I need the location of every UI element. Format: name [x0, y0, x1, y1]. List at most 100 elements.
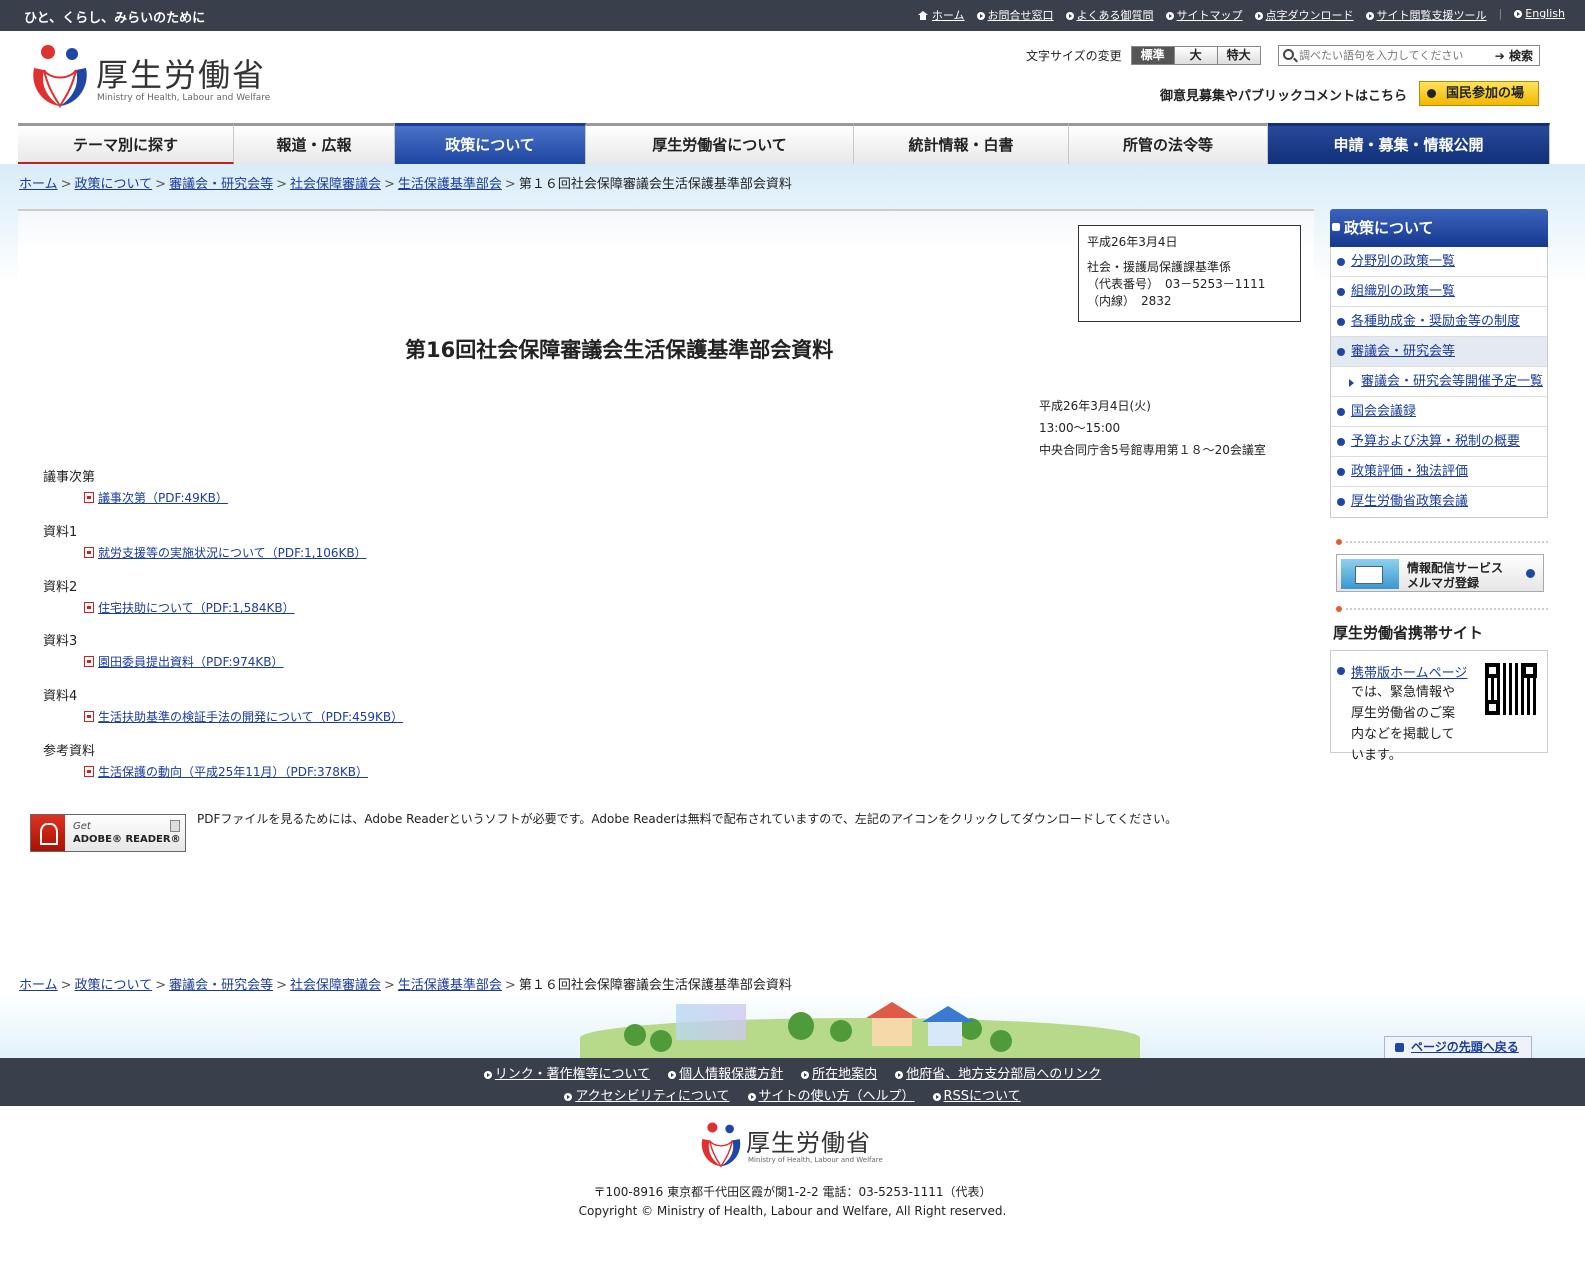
mail-magazine-banner[interactable]: 情報配信サービス メルマガ登録 — [1336, 554, 1544, 592]
tree-icon — [624, 1024, 646, 1046]
breadcrumb-home[interactable]: ホーム — [19, 177, 58, 192]
search-button[interactable]: ➔ 検索 — [1495, 47, 1533, 64]
sidebar-item-selected[interactable]: 審議会・研究会等 — [1331, 337, 1547, 367]
get-adobe-reader-button[interactable]: Get ADOBE® READER® — [30, 814, 186, 852]
page-title: 第16回社会保障審議会生活保護基準部会資料 — [405, 338, 834, 362]
breadcrumb-current: 第１６回社会保障審議会生活保護基準部会資料 — [518, 177, 792, 192]
mhlw-logo-icon — [33, 45, 87, 108]
nav-press[interactable]: 報道・広報 — [234, 123, 395, 164]
breadcrumb-social-security-council[interactable]: 社会保障審議会 — [290, 978, 381, 993]
browsing-support-link[interactable]: サイト閲覧支援ツール — [1365, 7, 1487, 23]
public-participation-button[interactable]: 国民参加の場 — [1419, 81, 1539, 106]
document-label: 資料2 — [43, 580, 78, 595]
sidebar-item[interactable]: 国会会議録 — [1331, 397, 1547, 427]
nav-laws[interactable]: 所管の法令等 — [1069, 123, 1268, 164]
breadcrumb-home[interactable]: ホーム — [19, 978, 58, 993]
house-icon — [866, 1002, 918, 1046]
meeting-time: 13:00～15:00 — [1039, 421, 1121, 435]
breadcrumb-social-security-council[interactable]: 社会保障審議会 — [290, 177, 381, 192]
qr-corner — [1522, 663, 1537, 678]
english-link[interactable]: English — [1514, 7, 1565, 23]
meeting-info: 平成26年3月4日(火) 13:00～15:00 中央合同庁舎5号館専用第１８～… — [1039, 395, 1266, 461]
faq-link[interactable]: よくある御質問 — [1065, 7, 1154, 23]
document-link[interactable]: 議事次第（PDF:49KB） — [84, 489, 228, 506]
braille-download-link[interactable]: 点字ダウンロード — [1254, 7, 1354, 23]
sidebar-item[interactable]: 各種助成金・奨励金等の制度 — [1331, 307, 1547, 337]
mobile-site-heading: 厚生労働省携帯サイト — [1333, 624, 1484, 642]
separator: | — [1498, 7, 1503, 20]
arrow-bullet-icon — [1165, 12, 1174, 20]
footer-link[interactable]: 個人情報保護方針 — [668, 1063, 783, 1082]
sitemap-link[interactable]: サイトマップ — [1165, 7, 1243, 23]
qr-corner — [1485, 663, 1500, 678]
font-size-large-button[interactable]: 大 — [1173, 46, 1218, 65]
font-size-xlarge-button[interactable]: 特大 — [1216, 46, 1261, 65]
breadcrumb-livelihood-committee[interactable]: 生活保護基準部会 — [398, 177, 502, 192]
sidebar-title[interactable]: 政策について — [1330, 209, 1548, 247]
pdf-icon — [84, 602, 94, 613]
arrow-bullet-icon — [801, 1071, 810, 1079]
nav-application[interactable]: 申請・募集・情報公開 — [1268, 123, 1550, 164]
document-link[interactable]: 生活扶助基準の検証手法の開発について（PDF:459KB） — [84, 708, 403, 725]
sidebar-item[interactable]: 厚生労働省政策会議 — [1331, 487, 1547, 517]
pdf-icon — [84, 766, 94, 777]
logo-subtitle: Ministry of Health, Labour and Welfare — [97, 93, 271, 103]
document-link[interactable]: 住宅扶助について（PDF:1,584KB） — [84, 599, 295, 616]
breadcrumb-councils[interactable]: 審議会・研究会等 — [169, 978, 273, 993]
sidebar-item[interactable]: 予算および決算・税制の概要 — [1331, 427, 1547, 457]
site-logo[interactable]: 厚生労働省 Ministry of Health, Labour and Wel… — [28, 42, 271, 112]
footer-link[interactable]: サイトの使い方（ヘルプ） — [747, 1085, 915, 1104]
extension: （内線） 2832 — [1087, 294, 1172, 308]
document-link[interactable]: 生活保護の動向（平成25年11月）（PDF:378KB） — [84, 763, 368, 780]
home-link[interactable]: ホーム — [917, 7, 965, 23]
back-to-top-button[interactable]: ページの先頭へ戻る — [1384, 1036, 1532, 1058]
document-group: 議事次第 議事次第（PDF:49KB） — [43, 466, 228, 506]
footer-links-row1: リンク・著作権等について 個人情報保護方針 所在地案内 他府省、地方支分部局への… — [0, 1063, 1585, 1082]
breadcrumb-livelihood-committee[interactable]: 生活保護基準部会 — [398, 978, 502, 993]
sidebar-item[interactable]: 政策評価・独法評価 — [1331, 457, 1547, 487]
chevron-right-icon: > — [504, 978, 516, 993]
footer-link[interactable]: 他府省、地方支分部局へのリンク — [895, 1063, 1101, 1082]
document-link[interactable]: 就労支援等の実施状況について（PDF:1,106KB） — [84, 544, 367, 561]
arrow-bullet-icon — [1365, 12, 1374, 20]
footer-link[interactable]: 所在地案内 — [801, 1063, 877, 1082]
footer-link[interactable]: RSSについて — [932, 1085, 1021, 1104]
footer-link[interactable]: アクセシビリティについて — [564, 1085, 730, 1104]
font-size-standard-button[interactable]: 標準 — [1130, 46, 1175, 65]
footer-link[interactable]: リンク・著作権等について — [483, 1063, 650, 1082]
nav-policy[interactable]: 政策について — [395, 123, 586, 164]
document-link[interactable]: 園田委員提出資料（PDF:974KB） — [84, 653, 284, 670]
nav-theme[interactable]: テーマ別に探す — [18, 123, 234, 164]
footer-logo-text: 厚生労働省 — [746, 1129, 871, 1157]
sidebar-menu: 分野別の政策一覧 組織別の政策一覧 各種助成金・奨励金等の制度 審議会・研究会等… — [1330, 247, 1548, 518]
chevron-right-icon: > — [60, 978, 72, 993]
sidebar-subitem[interactable]: 審議会・研究会等開催予定一覧 — [1331, 367, 1547, 397]
search-box: ➔ 検索 — [1278, 45, 1540, 66]
arrow-right-icon: ➔ — [1494, 49, 1509, 63]
breadcrumb-bottom: ホーム > 政策について > 審議会・研究会等 > 社会保障審議会 > 生活保護基準部会 > 第１６… — [19, 974, 792, 993]
chevron-right-icon: > — [276, 177, 287, 192]
arrow-bullet-icon — [747, 1093, 756, 1101]
tree-icon — [990, 1030, 1012, 1052]
footer-logo-subtitle: Ministry of Health, Labour and Welfare — [748, 1156, 883, 1164]
sidebar-item[interactable]: 組織別の政策一覧 — [1331, 277, 1547, 307]
chevron-right-icon: > — [504, 177, 516, 192]
arrow-bullet-icon — [668, 1071, 677, 1079]
sidebar-item[interactable]: 分野別の政策一覧 — [1331, 247, 1547, 277]
nav-about[interactable]: 厚生労働省について — [586, 123, 854, 164]
contact-link[interactable]: お問合せ窓口 — [976, 7, 1054, 23]
breadcrumb-policy[interactable]: 政策について — [75, 978, 153, 993]
release-date: 平成26年3月4日 — [1087, 235, 1178, 249]
document-label: 資料3 — [43, 634, 78, 649]
breadcrumb-policy[interactable]: 政策について — [75, 177, 153, 192]
breadcrumb-councils[interactable]: 審議会・研究会等 — [169, 177, 273, 192]
adobe-get-text: Get — [73, 821, 91, 832]
search-input[interactable] — [1299, 48, 1489, 64]
mobile-homepage-link[interactable]: 携帯版ホームページ — [1336, 662, 1467, 681]
nav-statistics[interactable]: 統計情報・白書 — [854, 123, 1069, 164]
document-label: 資料4 — [43, 689, 78, 704]
department: 社会・援護局保護課基準係 — [1087, 260, 1232, 274]
public-comment-text: 御意見募集やパブリックコメントはこちら — [1160, 89, 1408, 104]
contact-info-box: 平成26年3月4日 社会・援護局保護課基準係 （代表番号） 03－5253－11… — [1078, 225, 1301, 322]
chevron-right-icon: > — [155, 978, 167, 993]
